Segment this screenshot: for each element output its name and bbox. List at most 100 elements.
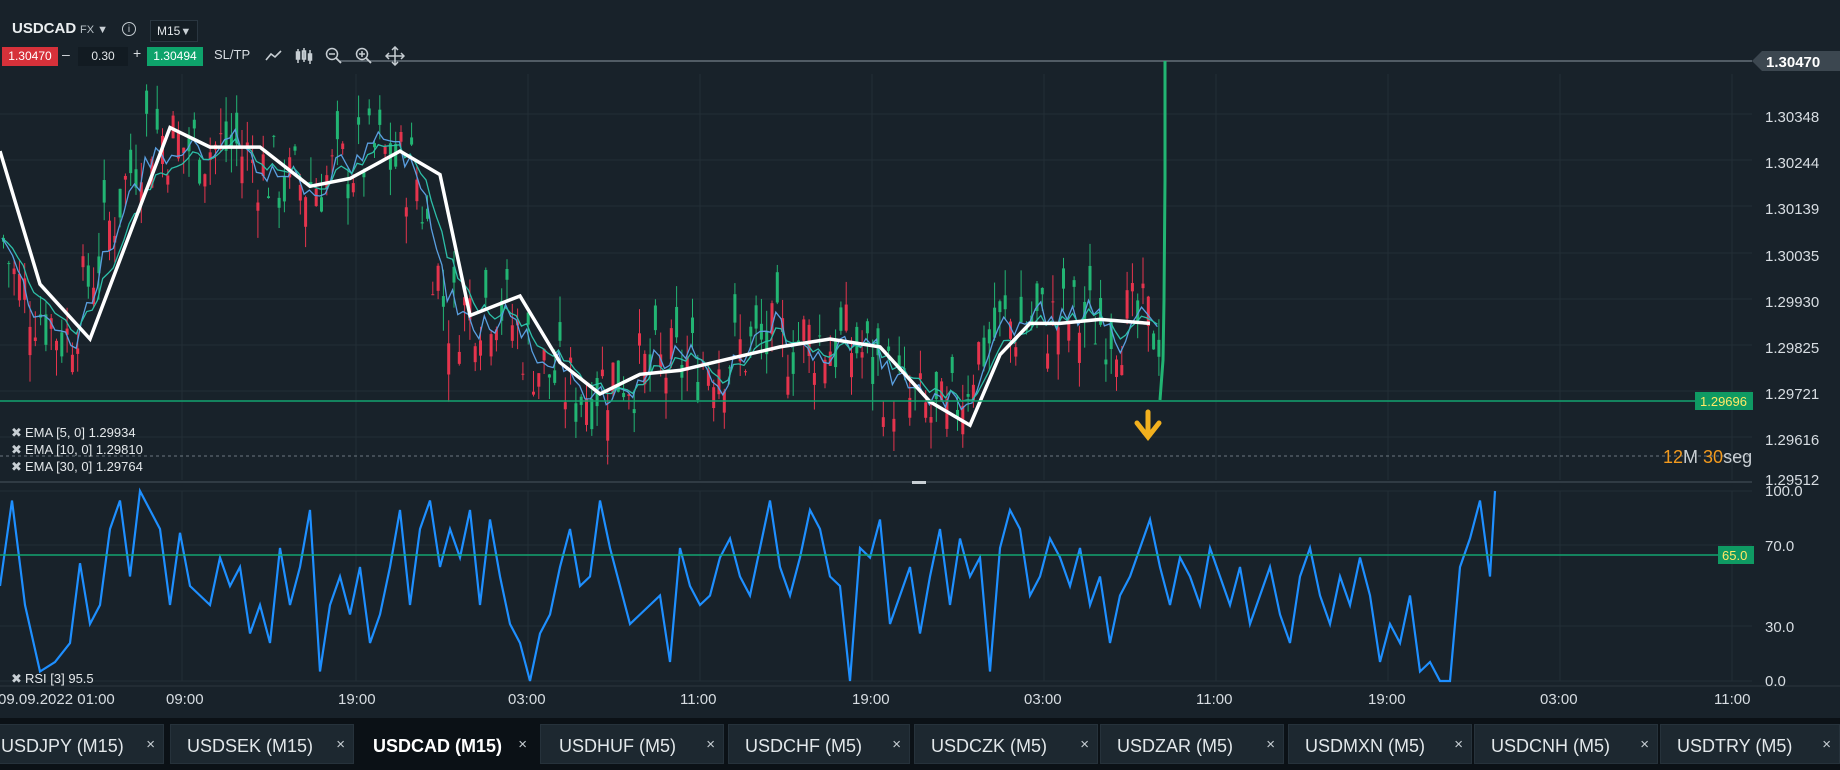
price-tick: 1.30139 bbox=[1765, 201, 1819, 218]
time-tick: 11:00 bbox=[1196, 691, 1232, 708]
tab-usdcad[interactable]: USDCAD (M15) × bbox=[356, 724, 536, 764]
candle bbox=[7, 263, 11, 265]
candle bbox=[330, 155, 334, 157]
tab-usdhuf[interactable]: USDHUF (M5) × bbox=[540, 724, 724, 764]
rsi-tick: 30.0 bbox=[1765, 619, 1794, 636]
close-tab-icon[interactable]: × bbox=[1822, 736, 1831, 753]
remove-ema-30-icon[interactable]: ✖ bbox=[11, 459, 22, 474]
spread-value[interactable]: 0.30 bbox=[78, 47, 128, 66]
close-tab-icon[interactable]: × bbox=[1454, 736, 1463, 753]
candle bbox=[521, 373, 525, 375]
candle bbox=[1014, 347, 1018, 357]
line-chart-icon[interactable] bbox=[264, 46, 284, 66]
candle bbox=[484, 269, 488, 298]
candle bbox=[410, 137, 414, 145]
candle bbox=[553, 370, 557, 383]
candle bbox=[118, 188, 122, 218]
buy-price-button[interactable]: 1.30494 bbox=[147, 47, 203, 66]
candle bbox=[431, 294, 435, 296]
sell-price-button[interactable]: 1.30470 bbox=[2, 47, 58, 66]
candle bbox=[12, 268, 16, 275]
candle bbox=[812, 373, 816, 385]
spread-increase-button[interactable]: + bbox=[133, 45, 141, 61]
crosshair-icon[interactable] bbox=[385, 46, 405, 66]
remove-ema-5-icon[interactable]: ✖ bbox=[11, 425, 22, 440]
price-axis: 1.30348 1.30244 1.30139 1.30035 1.29930 1.298… bbox=[1765, 109, 1819, 489]
candle bbox=[712, 387, 716, 409]
remove-rsi-icon[interactable]: ✖ bbox=[11, 671, 22, 686]
time-tick: 19:00 bbox=[1368, 691, 1406, 708]
candle bbox=[267, 196, 270, 199]
candle bbox=[304, 197, 308, 227]
tab-usdczk[interactable]: USDCZK (M5) × bbox=[914, 724, 1098, 764]
tab-usdjpy[interactable]: USDJPY (M15) × bbox=[0, 724, 164, 764]
candle bbox=[871, 357, 875, 384]
candle bbox=[33, 337, 37, 341]
candle bbox=[749, 326, 753, 337]
close-tab-icon[interactable]: × bbox=[146, 736, 155, 753]
candles-icon[interactable] bbox=[294, 46, 314, 66]
candle bbox=[335, 111, 339, 140]
candle bbox=[1019, 296, 1023, 323]
candle bbox=[1088, 265, 1092, 291]
tab-usdchf[interactable]: USDCHF (M5) × bbox=[728, 724, 910, 764]
candle bbox=[1056, 327, 1060, 355]
tab-usdcnh[interactable]: USDCNH (M5) × bbox=[1474, 724, 1658, 764]
candle bbox=[1120, 365, 1124, 376]
candle bbox=[1141, 283, 1145, 289]
close-tab-icon[interactable]: × bbox=[336, 736, 345, 753]
candle bbox=[399, 132, 403, 142]
candle bbox=[81, 256, 85, 268]
spread-decrease-button[interactable]: – bbox=[62, 46, 70, 62]
candle bbox=[892, 418, 896, 432]
candle bbox=[70, 354, 74, 373]
close-tab-icon[interactable]: × bbox=[892, 736, 901, 753]
symbol-name[interactable]: USDCAD bbox=[12, 20, 76, 37]
candle bbox=[320, 197, 323, 212]
candle bbox=[1157, 339, 1161, 357]
candle bbox=[17, 273, 21, 301]
candle bbox=[1003, 295, 1007, 310]
candle bbox=[786, 376, 790, 395]
candle bbox=[638, 333, 641, 346]
zoom-in-icon[interactable] bbox=[354, 46, 374, 66]
candle bbox=[744, 371, 747, 373]
candle bbox=[865, 321, 869, 334]
candle bbox=[537, 373, 541, 387]
candle bbox=[881, 417, 885, 427]
close-tab-icon[interactable]: × bbox=[706, 736, 715, 753]
chart-canvas[interactable]: 1.30348 1.30244 1.30139 1.30035 1.29930 1.298… bbox=[0, 0, 1840, 718]
remove-ema-10-icon[interactable]: ✖ bbox=[11, 442, 22, 457]
symbol-dropdown-icon[interactable]: ▼ bbox=[97, 24, 108, 36]
candle bbox=[176, 132, 180, 159]
rsi-axis: 100.0 70.0 30.0 0.0 bbox=[1765, 483, 1803, 690]
close-tab-icon[interactable]: × bbox=[1266, 736, 1275, 753]
sltp-button[interactable]: SL/TP bbox=[214, 47, 250, 62]
info-icon[interactable]: i bbox=[122, 22, 136, 36]
candle bbox=[1072, 280, 1076, 287]
candle bbox=[351, 183, 355, 193]
close-tab-icon[interactable]: × bbox=[518, 736, 527, 753]
candle bbox=[293, 146, 297, 151]
tab-usdsek[interactable]: USDSEK (M15) × bbox=[170, 724, 354, 764]
price-tick: 1.29930 bbox=[1765, 294, 1819, 311]
close-tab-icon[interactable]: × bbox=[1640, 736, 1649, 753]
chevron-down-icon: ▼ bbox=[180, 26, 192, 38]
time-tick: 19:00 bbox=[338, 691, 376, 708]
pane-resize-handle[interactable] bbox=[912, 481, 926, 484]
ema-5-legend: EMA [5, 0] 1.29934 bbox=[25, 425, 136, 440]
candle bbox=[383, 146, 387, 154]
close-tab-icon[interactable]: × bbox=[1080, 736, 1089, 753]
rsi-tick: 0.0 bbox=[1765, 673, 1786, 690]
zoom-out-icon[interactable] bbox=[324, 46, 344, 66]
timeframe-select[interactable]: M15▼ bbox=[150, 20, 199, 42]
price-tick: 1.29825 bbox=[1765, 340, 1819, 357]
candle bbox=[1046, 353, 1050, 369]
tab-usdmxn[interactable]: USDMXN (M5) × bbox=[1288, 724, 1472, 764]
candle bbox=[887, 346, 891, 351]
tab-usdtry[interactable]: USDTRY (M5) × bbox=[1660, 724, 1840, 764]
candle bbox=[479, 340, 482, 356]
price-tick: 1.29721 bbox=[1765, 386, 1819, 403]
time-tick: 09:00 bbox=[166, 691, 204, 708]
tab-usdzar[interactable]: USDZAR (M5) × bbox=[1100, 724, 1284, 764]
